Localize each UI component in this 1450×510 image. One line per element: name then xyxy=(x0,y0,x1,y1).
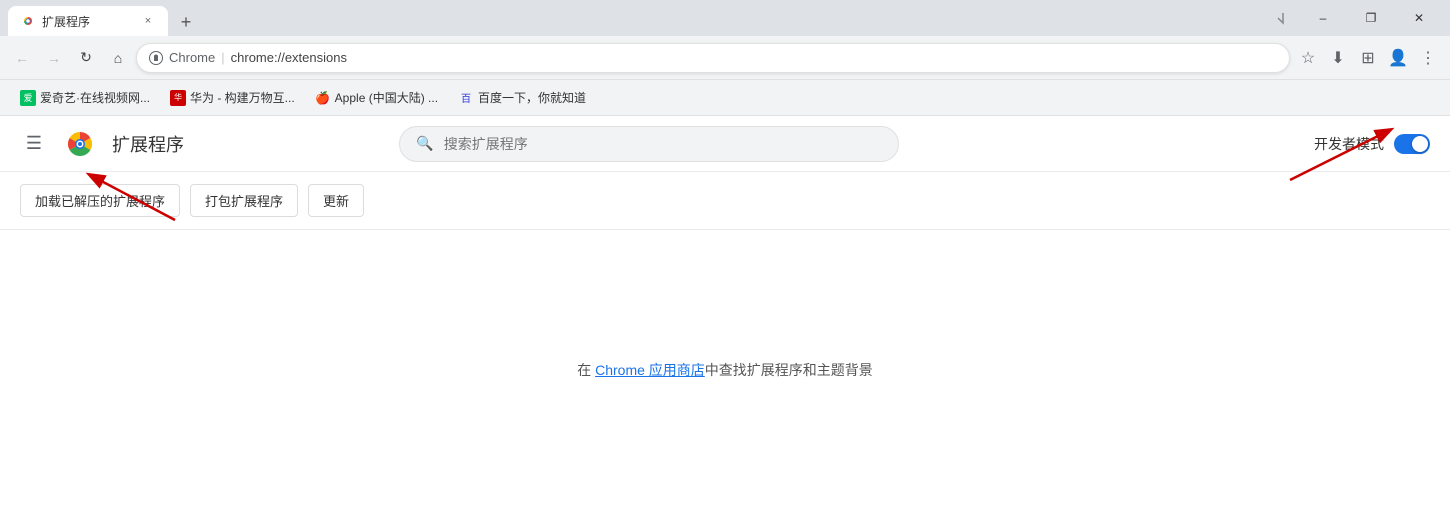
extensions-button[interactable]: ⊞ xyxy=(1354,44,1382,72)
load-unpacked-button[interactable]: 加载已解压的扩展程序 xyxy=(20,184,180,217)
pack-extension-button[interactable]: 打包扩展程序 xyxy=(190,184,298,217)
toggle-knob xyxy=(1412,136,1428,152)
empty-state-text: 在 Chrome 应用商店中查找扩展程序和主题背景 xyxy=(577,360,873,380)
update-button[interactable]: 更新 xyxy=(308,184,364,217)
empty-suffix: 中查找扩展程序和主题背景 xyxy=(705,362,873,378)
search-icon: 🔍 xyxy=(416,135,433,152)
home-button[interactable]: ⌂ xyxy=(104,44,132,72)
extensions-toolbar: 加载已解压的扩展程序 打包扩展程序 更新 xyxy=(0,172,1450,230)
bookmark-button[interactable]: ☆ xyxy=(1294,44,1322,72)
restore-arrow-icon xyxy=(1276,11,1290,25)
main-content: ☰ 扩展程序 🔍 开发者模式 xyxy=(0,116,1450,510)
bookmark-apple-label: Apple (中国大陆) ... xyxy=(335,89,438,106)
reload-button[interactable]: ↻ xyxy=(72,44,100,72)
bookmark-huawei-icon: 华 xyxy=(170,90,186,106)
bookmark-baidu-label: 百度一下，你就知道 xyxy=(478,89,586,106)
search-input[interactable] xyxy=(444,136,883,152)
bookmark-baidu-icon: 百 xyxy=(458,90,474,106)
tab-bar: 扩展程序 × + xyxy=(8,0,1276,36)
active-tab[interactable]: 扩展程序 × xyxy=(8,6,168,36)
profile-button[interactable]: 👤 xyxy=(1384,44,1412,72)
bookmark-huawei-label: 华为 - 构建万物互... xyxy=(190,89,295,106)
empty-state: 在 Chrome 应用商店中查找扩展程序和主题背景 xyxy=(0,230,1450,510)
empty-prefix: 在 xyxy=(577,362,595,378)
tab-title: 扩展程序 xyxy=(42,13,134,30)
search-bar[interactable]: 🔍 xyxy=(399,126,899,162)
minimize-button[interactable]: – xyxy=(1300,0,1346,36)
dev-mode-section: 开发者模式 xyxy=(1314,134,1430,154)
addressbar: ← → ↻ ⌂ Chrome | chrome://extensions ☆ ⬇… xyxy=(0,36,1450,80)
bookmark-baidu[interactable]: 百 百度一下，你就知道 xyxy=(450,85,594,110)
right-icons: ☆ ⬇ ⊞ 👤 ⋮ xyxy=(1294,44,1442,72)
close-button[interactable]: ✕ xyxy=(1396,0,1442,36)
chrome-store-link[interactable]: Chrome 应用商店 xyxy=(595,362,705,378)
address-lock-icon xyxy=(149,51,163,65)
bookmark-iqiyi[interactable]: 爱 爱奇艺·在线视频网... xyxy=(12,85,158,110)
menu-button[interactable]: ⋮ xyxy=(1414,44,1442,72)
dev-mode-toggle[interactable] xyxy=(1394,134,1430,154)
forward-button[interactable]: → xyxy=(40,44,68,72)
page-title: 扩展程序 xyxy=(112,131,184,157)
bookmark-apple-icon: 🍎 xyxy=(315,90,331,106)
bookmarks-bar: 爱 爱奇艺·在线视频网... 华 华为 - 构建万物互... 🍎 Apple (… xyxy=(0,80,1450,116)
new-tab-button[interactable]: + xyxy=(172,8,200,36)
address-bar[interactable]: Chrome | chrome://extensions xyxy=(136,43,1290,73)
dev-mode-label: 开发者模式 xyxy=(1314,134,1384,154)
tab-favicon xyxy=(20,13,36,29)
extensions-page: ☰ 扩展程序 🔍 开发者模式 xyxy=(0,116,1450,510)
chrome-logo xyxy=(64,128,96,160)
titlebar: 扩展程序 × + – ❐ ✕ xyxy=(0,0,1450,36)
back-button[interactable]: ← xyxy=(8,44,36,72)
hamburger-menu[interactable]: ☰ xyxy=(20,130,48,158)
tab-close-button[interactable]: × xyxy=(140,13,156,29)
extensions-header: ☰ 扩展程序 🔍 开发者模式 xyxy=(0,116,1450,172)
address-brand: Chrome xyxy=(169,50,215,65)
bookmark-apple[interactable]: 🍎 Apple (中国大陆) ... xyxy=(307,85,446,110)
bookmark-huawei[interactable]: 华 华为 - 构建万物互... xyxy=(162,85,303,110)
address-separator: | xyxy=(221,50,224,65)
bookmark-iqiyi-label: 爱奇艺·在线视频网... xyxy=(40,89,150,106)
bookmark-iqiyi-icon: 爱 xyxy=(20,90,36,106)
address-url: chrome://extensions xyxy=(231,50,347,65)
window-controls: – ❐ ✕ xyxy=(1276,0,1442,36)
download-button[interactable]: ⬇ xyxy=(1324,44,1352,72)
maximize-button[interactable]: ❐ xyxy=(1348,0,1394,36)
